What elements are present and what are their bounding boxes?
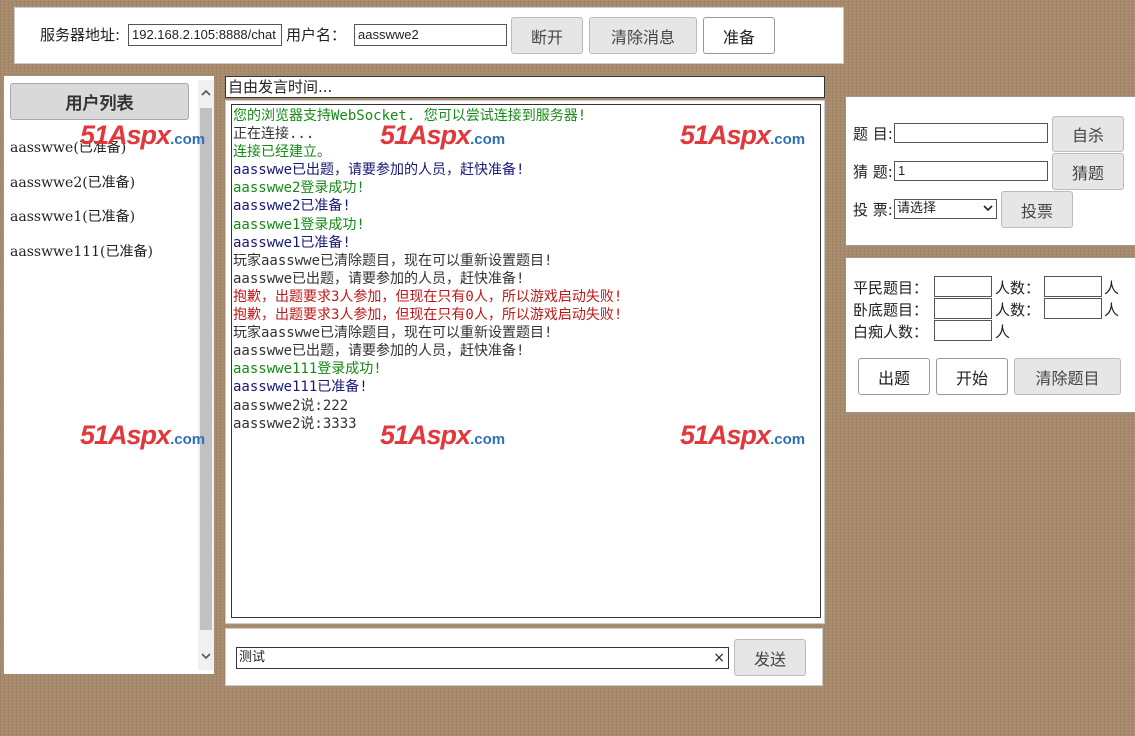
civilian-topic-input[interactable] <box>934 276 992 297</box>
topic-label: 题 目: <box>853 125 893 143</box>
undercover-unit-label: 人 <box>1104 301 1120 319</box>
send-panel: 测试 × 发送 <box>225 628 823 686</box>
scroll-up-icon[interactable] <box>198 82 214 102</box>
server-address-input[interactable]: 192.168.2.105:8888/chat <box>128 24 282 46</box>
idiot-count-label: 白痴人数： <box>853 323 929 341</box>
server-address-label: 服务器地址: <box>40 26 121 44</box>
chevron-down-icon <box>983 200 993 218</box>
user-list-panel: 用户列表 aasswwe(已准备) aasswwe2(已准备) aasswwe1… <box>4 76 214 674</box>
user-list-scrollbar[interactable] <box>198 80 214 670</box>
user-list-item[interactable]: aasswwe(已准备) <box>10 137 126 157</box>
connection-bar: 服务器地址: 192.168.2.105:8888/chat 用户名： aass… <box>14 7 844 64</box>
chat-message: aasswwe已出题，请要参加的人员，赶快准备! <box>233 343 525 360</box>
clear-messages-button[interactable]: 清除消息 <box>589 17 697 54</box>
chat-panel: 您的浏览器支持WebSocket. 您可以尝试连接到服务器! 正在连接... 连接已… <box>225 100 825 624</box>
vote-select[interactable]: 请选择 <box>894 199 997 219</box>
vote-select-value: 请选择 <box>897 201 937 216</box>
undercover-topic-label: 卧底题目： <box>853 301 929 319</box>
suicide-button[interactable]: 自杀 <box>1052 116 1124 152</box>
chat-message: aasswwe111登录成功! <box>233 361 382 378</box>
chat-message: aasswwe2说:222 <box>233 397 349 414</box>
civilian-count-input[interactable] <box>1044 276 1102 297</box>
chat-message: 玩家aasswwe已清除题目，现在可以重新设置题目! <box>233 252 553 269</box>
send-button[interactable]: 发送 <box>734 639 806 676</box>
undercover-count-input[interactable] <box>1044 298 1102 319</box>
chat-message: 连接已经建立。 <box>233 144 331 161</box>
civilian-topic-label: 平民题目： <box>853 279 929 297</box>
chat-message: aasswwe已出题，请要参加的人员，赶快准备! <box>233 270 525 287</box>
undercover-topic-input[interactable] <box>934 298 992 319</box>
message-input-value: 测试 <box>239 650 266 665</box>
chat-message: 您的浏览器支持WebSocket. 您可以尝试连接到服务器! <box>233 108 587 124</box>
idiot-count-input[interactable] <box>934 320 992 341</box>
topic-input[interactable] <box>894 123 1048 143</box>
user-list-item[interactable]: aasswwe2(已准备) <box>10 172 135 192</box>
chat-message: aasswwe2说:3333 <box>233 415 357 432</box>
user-list-header: 用户列表 <box>10 83 189 120</box>
chat-message: aasswwe已出题，请要参加的人员，赶快准备! <box>233 162 525 179</box>
undercover-count-label: 人数： <box>995 301 1041 319</box>
guess-button[interactable]: 猜题 <box>1052 153 1124 190</box>
vote-label: 投 票: <box>853 201 893 219</box>
civilian-unit-label: 人 <box>1104 279 1120 297</box>
guess-input[interactable]: 1 <box>894 161 1048 181</box>
set-question-button[interactable]: 出题 <box>858 358 930 395</box>
chat-message: aasswwe2登录成功! <box>233 180 365 197</box>
username-input[interactable]: aasswwe2 <box>354 24 507 46</box>
chat-message: 玩家aasswwe已清除题目，现在可以重新设置题目! <box>233 325 553 342</box>
disconnect-button[interactable]: 断开 <box>511 17 583 54</box>
quiz-panel: 题 目: 自杀 猜 题: 1 猜题 投 票: 请选择 投票 <box>845 96 1135 246</box>
chat-message: aasswwe1登录成功! <box>233 216 365 233</box>
scroll-down-icon[interactable] <box>198 646 214 666</box>
civilian-count-label: 人数： <box>995 279 1041 297</box>
user-list-item[interactable]: aasswwe111(已准备) <box>10 241 153 261</box>
chat-message: 正在连接... <box>233 126 315 143</box>
chat-status-bar: 自由发言时间... <box>225 76 825 98</box>
username-label: 用户名： <box>286 26 347 44</box>
chat-message: 抱歉，出题要求3人参加，但现在只有0人，所以游戏启动失败! <box>233 288 623 305</box>
chat-message: aasswwe111已准备! <box>233 379 368 396</box>
idiot-unit-label: 人 <box>995 323 1011 341</box>
clear-question-button[interactable]: 清除题目 <box>1014 358 1121 395</box>
chat-message: 抱歉，出题要求3人参加，但现在只有0人，所以游戏启动失败! <box>233 307 623 324</box>
start-button[interactable]: 开始 <box>936 358 1008 395</box>
message-input[interactable]: 测试 × <box>236 647 729 669</box>
vote-button[interactable]: 投票 <box>1001 191 1073 228</box>
clear-input-icon[interactable]: × <box>713 648 725 668</box>
user-list-item[interactable]: aasswwe1(已准备) <box>10 206 135 226</box>
scrollbar-thumb[interactable] <box>200 108 212 630</box>
chat-log[interactable]: 您的浏览器支持WebSocket. 您可以尝试连接到服务器! 正在连接... 连接已… <box>231 104 821 618</box>
ready-button[interactable]: 准备 <box>703 17 775 54</box>
chat-message: aasswwe2已准备! <box>233 198 351 215</box>
game-setup-panel: 平民题目： 人数： 人 卧底题目： 人数： 人 白痴人数： 人 出题 开始 清除… <box>845 257 1135 413</box>
guess-label: 猜 题: <box>853 163 893 181</box>
chat-message: aasswwe1已准备! <box>233 234 351 251</box>
